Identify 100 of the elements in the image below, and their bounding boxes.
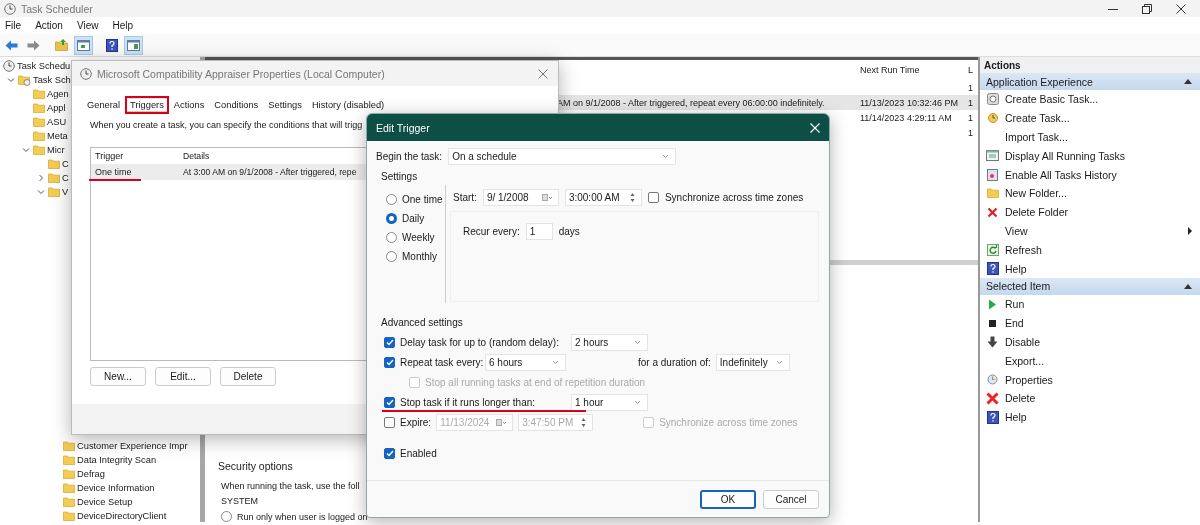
command-item[interactable]: Create Task... [980, 108, 1200, 128]
command-item[interactable]: Delete Folder [980, 202, 1200, 222]
radio-label[interactable]: Monthly [402, 251, 437, 262]
tree-item[interactable]: Meta [47, 131, 68, 141]
dropdown[interactable]: 6 hours [485, 354, 566, 371]
dialog-button[interactable]: OK [700, 489, 756, 509]
checkbox[interactable] [384, 357, 395, 368]
dialog-button[interactable]: Edit... [155, 367, 211, 386]
radio-button[interactable] [386, 232, 397, 243]
menu-item[interactable]: Help [112, 20, 133, 31]
table-cell: 11/14/2023 4:29:11 AM [860, 112, 952, 123]
tree-item[interactable]: Appl [47, 103, 66, 113]
calendar-icon [541, 194, 552, 201]
tree-item[interactable]: C [62, 159, 69, 169]
clock-icon [3, 60, 15, 72]
table-cell: 11/13/2023 10:32:46 PM [860, 97, 958, 108]
section-header[interactable]: Application Experience [980, 73, 1200, 90]
stop-icon [988, 318, 997, 328]
column-header[interactable]: Trigger [91, 151, 181, 161]
folder-icon [48, 159, 60, 169]
command-item[interactable]: Refresh [980, 240, 1200, 260]
dropdown[interactable]: Indefinitely [715, 354, 790, 371]
folder-icon [48, 187, 60, 197]
dropdown[interactable]: 2 hours [571, 334, 648, 351]
column-header[interactable]: Next Run Time [856, 65, 968, 75]
folder-icon [63, 483, 75, 493]
checkbox-label[interactable]: Enabled [400, 448, 437, 459]
menu-item[interactable]: Action [35, 20, 63, 31]
radio-button[interactable] [386, 251, 397, 262]
radio-button[interactable] [386, 194, 397, 205]
command-item[interactable]: Run [980, 294, 1200, 314]
spinner-icon [581, 417, 587, 428]
dropdown[interactable]: On a schedule [448, 148, 677, 165]
tab[interactable]: Triggers [125, 96, 169, 114]
checkbox-label[interactable]: Delay task for up to (random delay): [400, 337, 559, 348]
description-text: When running the task, use the foll [220, 481, 360, 491]
checkbox-label[interactable]: Stop task if it runs longer than: [400, 397, 536, 408]
time-field[interactable]: 3:00:00 AM [564, 189, 642, 206]
tree-item[interactable]: Task Schedu [17, 61, 71, 71]
radio-label[interactable]: Weekly [402, 232, 435, 243]
tab[interactable]: General [82, 96, 126, 114]
tree-item[interactable]: Task Sch [33, 75, 71, 85]
chevron-down-icon[interactable] [7, 77, 15, 83]
command-item[interactable]: Disable [980, 332, 1200, 352]
tree-item[interactable]: Customer Experience Impr [77, 441, 188, 451]
checkbox[interactable] [384, 417, 395, 428]
chevron-down-icon[interactable] [22, 147, 30, 153]
dialog-button[interactable]: Delete [220, 367, 276, 386]
command-item[interactable]: View [980, 221, 1200, 241]
command-item[interactable]: Import Task... [980, 127, 1200, 147]
number-field[interactable]: 1 [525, 223, 553, 240]
checkbox[interactable] [384, 397, 395, 408]
dialog-button[interactable]: New... [90, 367, 146, 386]
window-title: Task Scheduler [21, 2, 94, 15]
submenu-arrow-icon [1188, 226, 1192, 235]
group-label: Advanced settings [381, 317, 464, 328]
tree-item[interactable]: C [62, 173, 69, 183]
close-icon[interactable] [1176, 3, 1186, 14]
chevron-right-icon[interactable] [38, 174, 44, 182]
tree-item[interactable]: V [62, 187, 69, 197]
command-item[interactable]: Create Basic Task... [980, 90, 1200, 109]
radio-label[interactable]: One time [402, 194, 443, 205]
command-item[interactable]: New Folder... [980, 184, 1200, 203]
command-item[interactable]: Display All Running Tasks [980, 146, 1200, 166]
command-item[interactable]: Help [980, 407, 1200, 427]
radio-label[interactable]: Daily [402, 213, 425, 224]
section-header[interactable]: Selected Item [980, 277, 1200, 295]
column-header[interactable]: L [968, 65, 978, 75]
tree-item[interactable]: Micr [47, 145, 65, 155]
tree-item[interactable]: ASU [47, 117, 67, 127]
checkbox-label[interactable]: Repeat task every: [400, 357, 484, 368]
command-item[interactable]: Enable All Tasks History [980, 165, 1200, 184]
checkbox-label[interactable]: Expire: [400, 417, 432, 428]
command-item[interactable]: Export... [980, 351, 1200, 371]
command-item[interactable]: Help [980, 259, 1200, 278]
dialog-button[interactable]: Cancel [763, 489, 819, 509]
tree-item[interactable]: Defrag [77, 469, 105, 479]
command-item[interactable]: End [980, 313, 1200, 333]
group-label: Settings [381, 171, 419, 182]
restore-icon[interactable] [1142, 3, 1152, 14]
tree-item[interactable]: Agen [47, 89, 69, 99]
dropdown[interactable]: 1 hour [571, 394, 648, 411]
radio-button[interactable] [221, 511, 232, 522]
radio-button[interactable] [386, 213, 397, 224]
menu-item[interactable]: View [76, 20, 99, 31]
tree-item[interactable]: Device Information [77, 483, 155, 493]
checkbox[interactable] [384, 448, 395, 459]
folder-up-icon [55, 39, 68, 51]
tree-item[interactable]: Data Integrity Scan [77, 455, 157, 465]
checkbox[interactable] [384, 337, 395, 348]
radio-label[interactable]: Run only when user is logged on [237, 511, 368, 522]
checkbox[interactable] [647, 192, 659, 203]
command-item[interactable]: Properties [980, 370, 1200, 389]
tree-item[interactable]: DeviceDirectoryClient [77, 511, 167, 521]
tree-item[interactable]: Device Setup [77, 497, 133, 507]
date-field[interactable]: 9/ 1/2008 [482, 189, 559, 206]
menu-item[interactable]: File [5, 20, 22, 31]
chevron-down-icon[interactable] [37, 189, 45, 195]
checkbox-label[interactable]: Synchronize across time zones [664, 192, 804, 203]
command-item[interactable]: Delete [980, 388, 1200, 408]
